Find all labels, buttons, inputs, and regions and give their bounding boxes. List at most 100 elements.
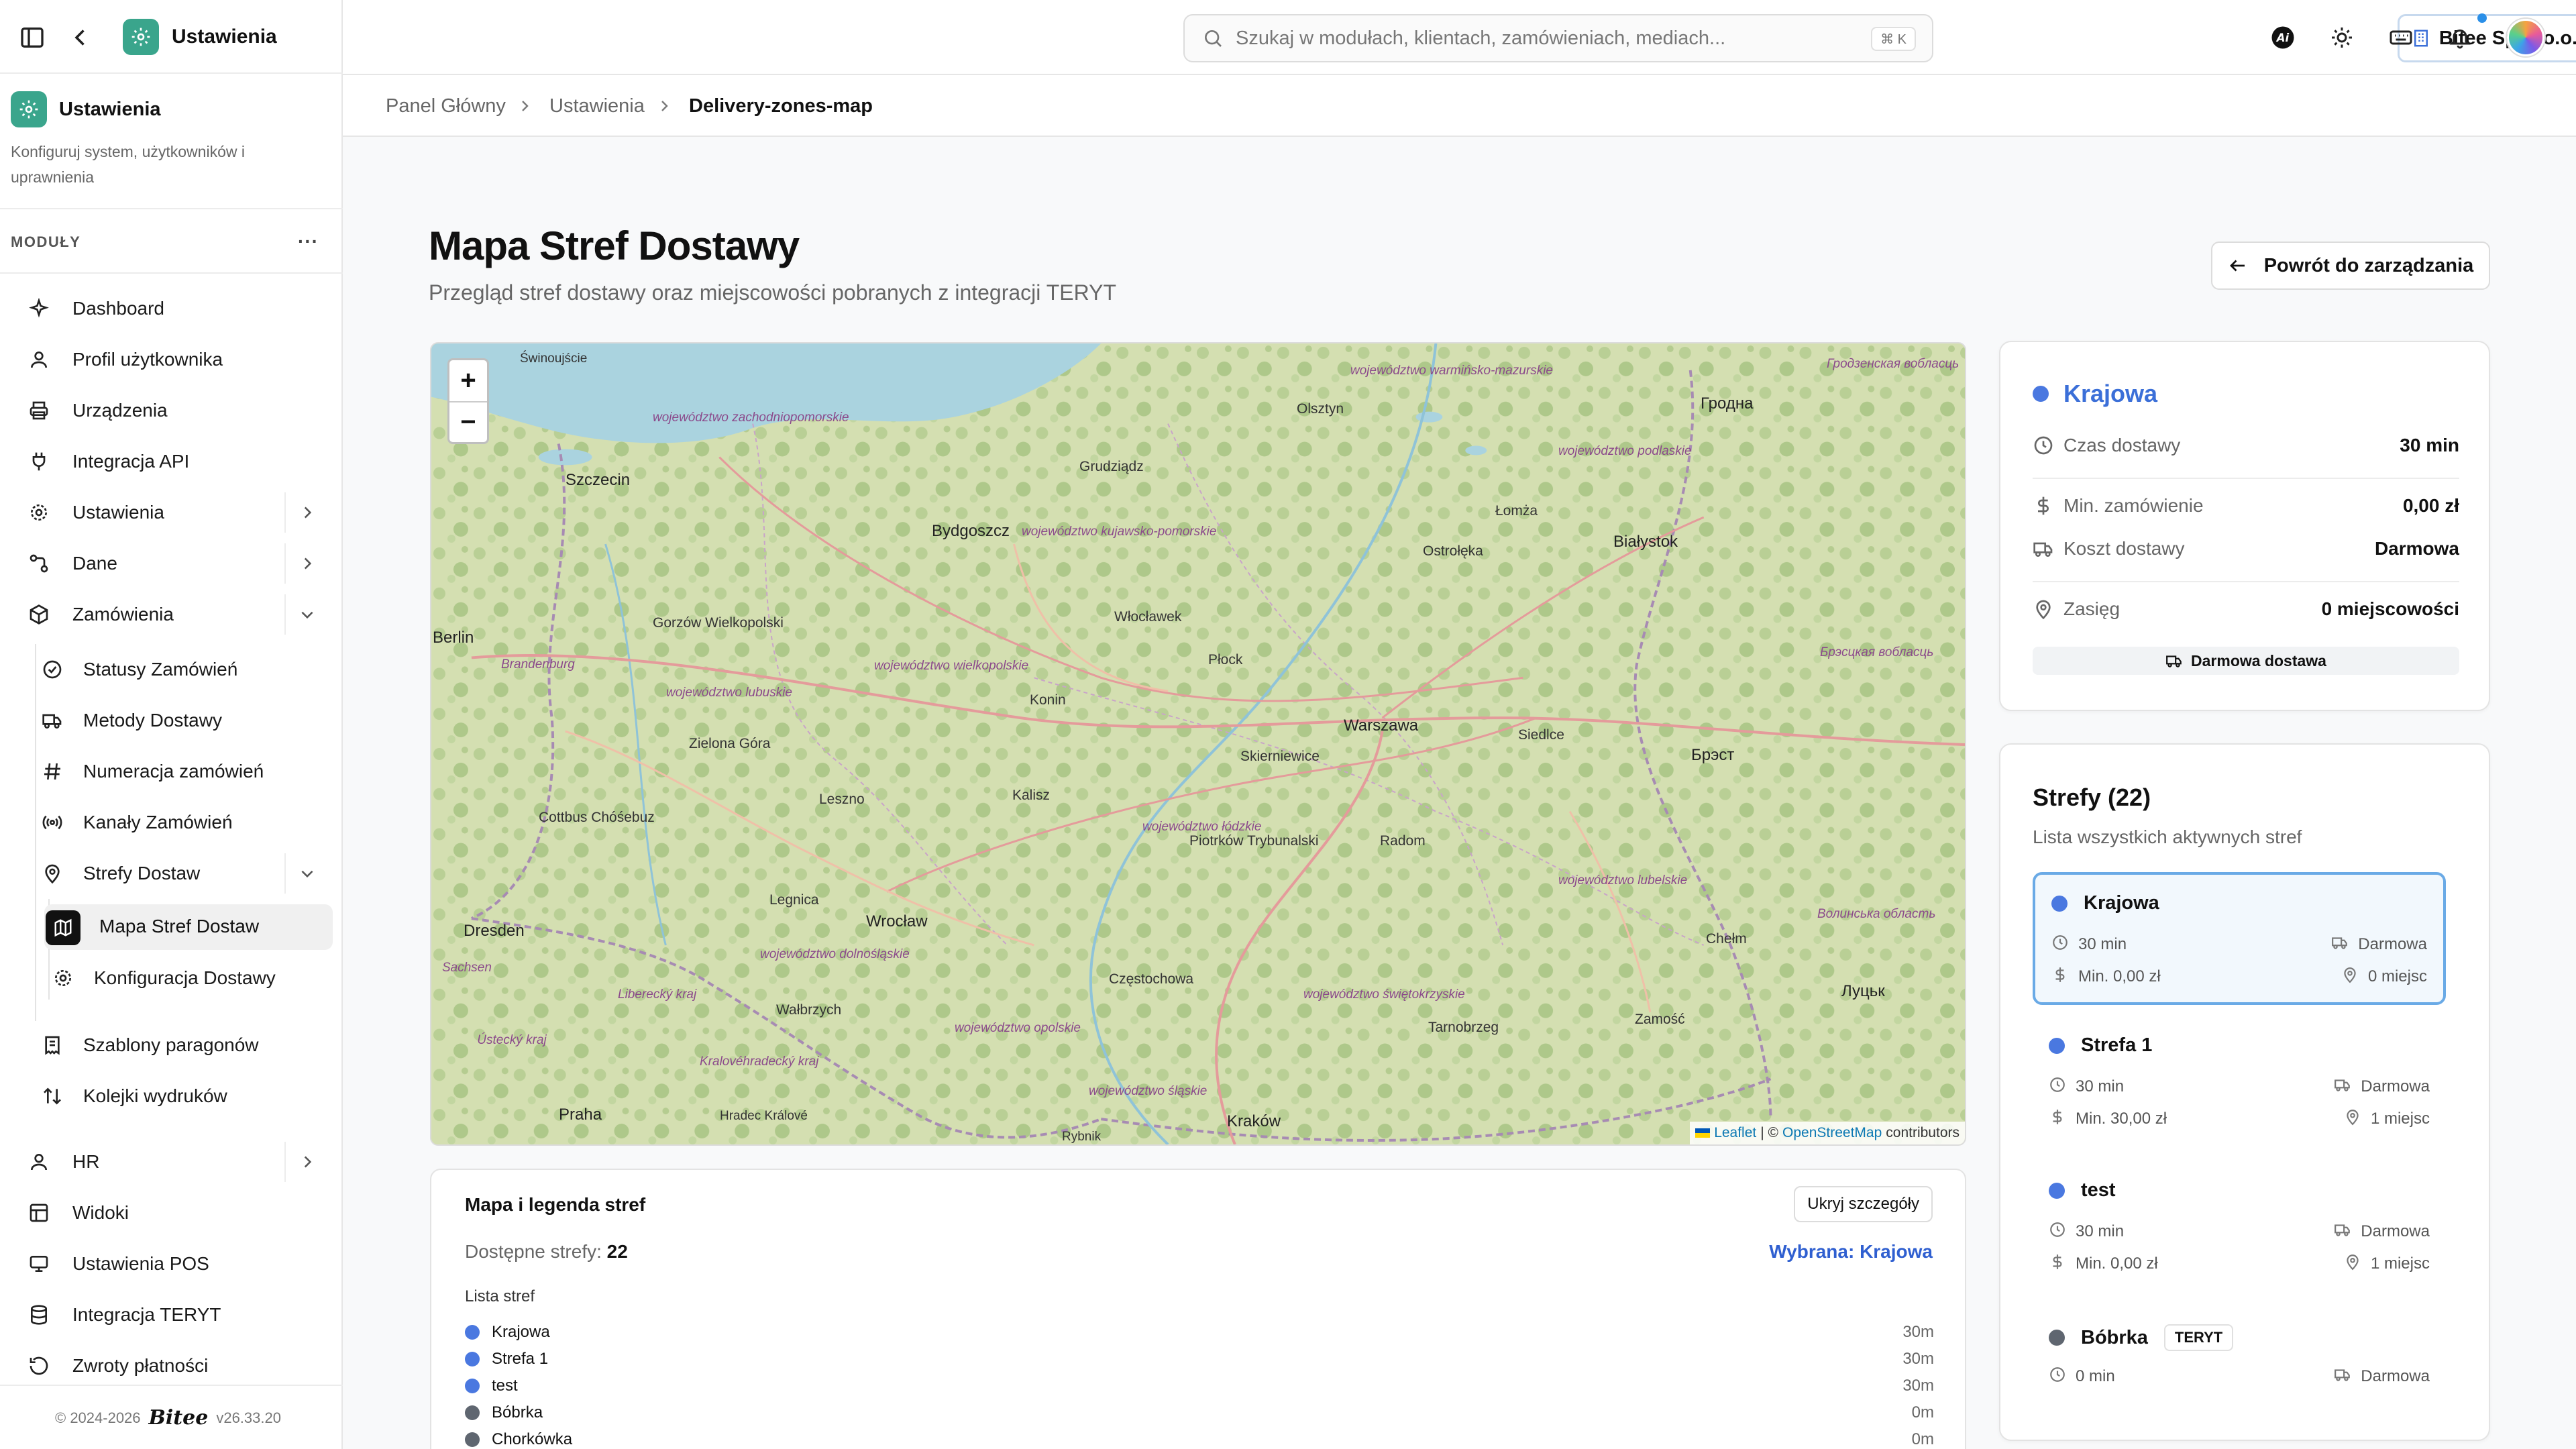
legend-row[interactable]: Chorkówka 0m bbox=[465, 1426, 1934, 1449]
chevron-down-icon[interactable] bbox=[295, 602, 319, 627]
nav-devices[interactable]: Urządzenia bbox=[25, 390, 168, 431]
keyboard-icon[interactable] bbox=[2386, 23, 2416, 52]
nav-user-profile[interactable]: Profil użytkownika bbox=[25, 339, 223, 380]
nav-label: Profil użytkownika bbox=[72, 349, 223, 370]
gear-icon bbox=[50, 965, 76, 991]
zoom-out-button[interactable]: − bbox=[449, 401, 487, 442]
zone-item[interactable]: Bóbrka TERYT 0 min Darmowa bbox=[2033, 1307, 2446, 1440]
nav-label: Szablony paragonów bbox=[83, 1034, 259, 1055]
notification-bell-icon[interactable] bbox=[2445, 23, 2475, 52]
nav-delivery-config[interactable]: Konfiguracja Dostawy bbox=[50, 958, 276, 998]
selected-zone-title: Krajowa bbox=[2033, 380, 2157, 408]
chevron-right-icon bbox=[522, 101, 529, 111]
map-label: Grudziądz bbox=[1079, 459, 1144, 474]
zone-time: 0 min bbox=[2049, 1366, 2115, 1387]
nav-order-channels[interactable]: Kanały Zamówień bbox=[39, 802, 233, 843]
map-tiles bbox=[431, 343, 1965, 1144]
chevron-right-icon[interactable] bbox=[295, 500, 319, 525]
row-label: Koszt dostawy bbox=[2063, 538, 2185, 559]
map-label: Piotrków Trybunalski bbox=[1189, 833, 1319, 849]
nav-label: Kolejki wydruków bbox=[83, 1085, 227, 1106]
nav-print-queues[interactable]: Kolejki wydruków bbox=[39, 1076, 227, 1116]
map-label: Skierniewice bbox=[1240, 749, 1320, 764]
map-label: Świnoujście bbox=[520, 352, 588, 366]
global-search[interactable]: Szukaj w modułach, klientach, zamówienia… bbox=[1183, 14, 1933, 62]
dollar-icon bbox=[2049, 1253, 2066, 1275]
truck-icon bbox=[2334, 1366, 2351, 1388]
delivery-time-row: Czas dostawy 30 min bbox=[2033, 431, 2459, 460]
zone-name: Bóbrka bbox=[2081, 1326, 2148, 1348]
package-icon bbox=[25, 601, 52, 628]
sparkle-icon bbox=[25, 295, 52, 322]
map-zoom-control: + − bbox=[447, 358, 489, 444]
legend-zone-name: test bbox=[492, 1377, 518, 1395]
company-switcher[interactable]: Bitee Sp. z o.o. bbox=[2398, 14, 2576, 62]
map-pin-icon bbox=[2341, 966, 2359, 988]
osm-link[interactable]: OpenStreetMap bbox=[1782, 1125, 1882, 1141]
nav-payment-refunds[interactable]: Zwroty płatności bbox=[25, 1346, 208, 1386]
truck-icon bbox=[2166, 655, 2182, 667]
page-title: Mapa Stref Dostawy bbox=[429, 223, 800, 268]
nav-views[interactable]: Widoki bbox=[25, 1193, 129, 1233]
breadcrumb-item[interactable]: Panel Główny bbox=[386, 95, 506, 117]
zoom-in-button[interactable]: + bbox=[449, 360, 487, 401]
back-to-management-button[interactable]: Powrót do zarządzania bbox=[2211, 241, 2490, 290]
nav-order-statuses[interactable]: Statusy Zamówień bbox=[39, 649, 237, 690]
nav-teryt-integration[interactable]: Integracja TERYT bbox=[25, 1295, 221, 1335]
zone-color-dot bbox=[2051, 895, 2068, 912]
clock-icon bbox=[2051, 934, 2069, 956]
map-label: Leszno bbox=[819, 792, 865, 807]
zone-item[interactable]: test 30 min Darmowa Min. 0,00 zł 1 miejsc bbox=[2033, 1162, 2446, 1295]
delivery-cost-row: Koszt dostawy Darmowa bbox=[2033, 534, 2459, 564]
layout-icon bbox=[25, 1199, 52, 1226]
nav-order-numbering[interactable]: Numeracja zamówień bbox=[39, 751, 264, 792]
nav-api-integration[interactable]: Integracja API bbox=[25, 441, 189, 482]
map-label: województwo łódzkie bbox=[1142, 820, 1262, 834]
leaflet-link[interactable]: Leaflet bbox=[1714, 1125, 1756, 1141]
user-avatar[interactable] bbox=[2507, 19, 2544, 56]
nav-label: Mapa Stref Dostaw bbox=[99, 916, 260, 936]
panel-toggle-icon[interactable] bbox=[19, 24, 46, 51]
map-label: Rybnik bbox=[1062, 1130, 1102, 1144]
more-dots-icon[interactable]: ··· bbox=[298, 231, 319, 252]
chevron-down-icon[interactable] bbox=[295, 861, 319, 885]
legend-row[interactable]: Bóbrka 0m bbox=[465, 1399, 1934, 1426]
min-order-row: Min. zamówienie 0,00 zł bbox=[2033, 491, 2459, 521]
section-icon bbox=[11, 91, 47, 127]
breadcrumb-item[interactable]: Ustawienia bbox=[549, 95, 645, 117]
legend-row[interactable]: Krajowa 30m bbox=[465, 1319, 1934, 1346]
map-label: województwo warmińsko-mazurskie bbox=[1350, 364, 1553, 378]
map-pin-icon bbox=[2344, 1253, 2361, 1275]
back-chevron-icon[interactable] bbox=[68, 25, 93, 50]
legend-row[interactable]: Strefa 1 30m bbox=[465, 1346, 1934, 1373]
top-header: Szukaj w modułach, klientach, zamówienia… bbox=[343, 0, 2576, 75]
zone-item[interactable]: Strefa 1 30 min Darmowa Min. 30,00 zł 1 miej… bbox=[2033, 1017, 2446, 1150]
nav-delivery-methods[interactable]: Metody Dostawy bbox=[39, 700, 222, 741]
theme-sun-icon[interactable] bbox=[2327, 23, 2357, 52]
map-label: Луцьк bbox=[1841, 982, 1885, 1000]
map-label: Częstochowa bbox=[1109, 971, 1194, 987]
map-pin-icon bbox=[39, 860, 66, 887]
nav-dashboard[interactable]: Dashboard bbox=[25, 288, 164, 329]
nav-settings[interactable]: Ustawienia bbox=[25, 492, 164, 533]
nav-data[interactable]: Dane bbox=[25, 543, 117, 584]
map-label: województwo opolskie bbox=[955, 1021, 1081, 1035]
ai-assistant-icon[interactable]: Ai bbox=[2268, 23, 2298, 52]
nav-orders[interactable]: Zamówienia bbox=[25, 594, 174, 635]
nav-delivery-zones[interactable]: Strefy Dostaw bbox=[39, 853, 200, 894]
nav-hr[interactable]: HR bbox=[25, 1142, 99, 1182]
nav-receipt-templates[interactable]: Szablony paragonów bbox=[39, 1025, 259, 1065]
legend-row[interactable]: test 30m bbox=[465, 1373, 1934, 1399]
hide-details-button[interactable]: Ukryj szczegóły bbox=[1794, 1186, 1933, 1222]
chevron-right-icon[interactable] bbox=[295, 1150, 319, 1174]
row-value: 0 miejscowości bbox=[2321, 598, 2459, 619]
delivery-zones-map[interactable]: + − Świnoujście Szczecin Berlin Brandenb… bbox=[430, 342, 1966, 1146]
truck-icon bbox=[39, 707, 66, 734]
divider bbox=[2033, 478, 2459, 479]
zones-subtitle: Lista wszystkich aktywnych stref bbox=[2033, 826, 2302, 847]
map-label: Kralovéhradecký kraj bbox=[700, 1055, 819, 1069]
zone-item[interactable]: Krajowa 30 min Darmowa Min. 0,00 zł 0 miejsc bbox=[2033, 872, 2446, 1005]
user-icon bbox=[25, 346, 52, 373]
nav-pos-settings[interactable]: Ustawienia POS bbox=[25, 1244, 209, 1284]
chevron-right-icon[interactable] bbox=[295, 551, 319, 576]
